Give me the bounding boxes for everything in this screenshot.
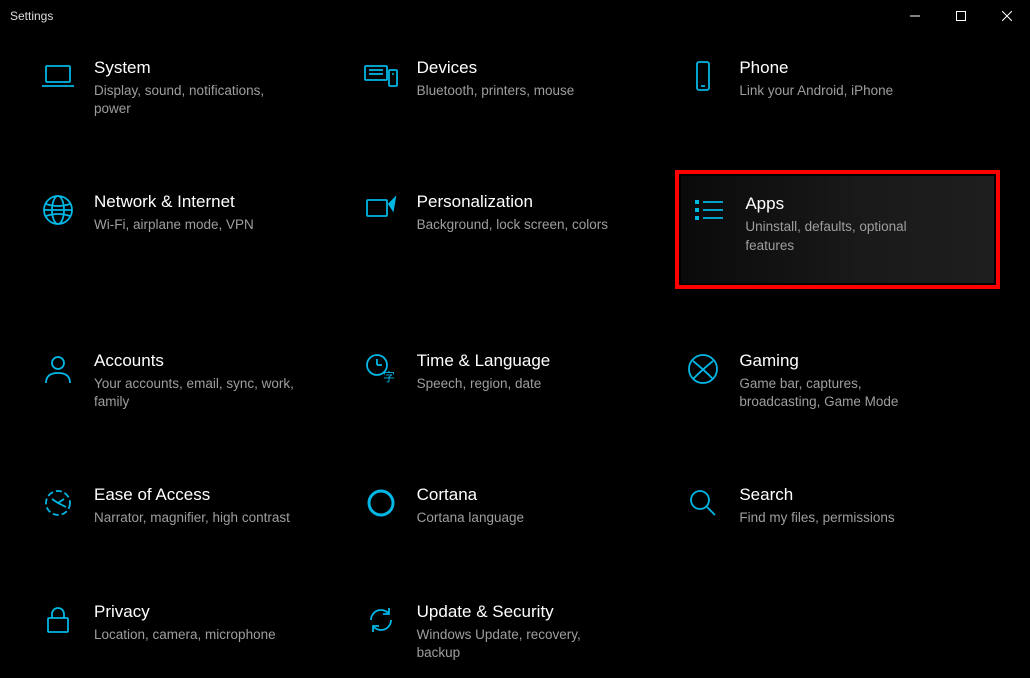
tile-title: Gaming xyxy=(739,351,990,371)
tile-gaming[interactable]: Gaming Game bar, captures, broadcasting, … xyxy=(681,345,994,417)
tile-time-language[interactable]: 字 Time & Language Speech, region, date xyxy=(359,345,672,417)
tile-text: Cortana Cortana language xyxy=(417,485,668,527)
tile-subtitle: Find my files, permissions xyxy=(739,509,939,527)
apps-icon xyxy=(691,194,727,230)
tile-title: Update & Security xyxy=(417,602,668,622)
tile-text: Apps Uninstall, defaults, optional featur… xyxy=(745,194,984,254)
search-icon xyxy=(685,485,721,521)
tile-devices[interactable]: Devices Bluetooth, printers, mouse xyxy=(359,52,672,124)
tile-text: Update & Security Windows Update, recover… xyxy=(417,602,668,662)
laptop-icon xyxy=(40,58,76,94)
tile-text: Ease of Access Narrator, magnifier, high … xyxy=(94,485,345,527)
svg-text:字: 字 xyxy=(383,369,395,384)
tile-title: Devices xyxy=(417,58,668,78)
tile-title: Privacy xyxy=(94,602,345,622)
tile-subtitle: Windows Update, recovery, backup xyxy=(417,626,617,662)
tile-search[interactable]: Search Find my files, permissions xyxy=(681,479,994,533)
tile-title: Personalization xyxy=(417,192,668,212)
tile-personalization[interactable]: Personalization Background, lock screen, … xyxy=(359,186,672,282)
tile-cortana[interactable]: Cortana Cortana language xyxy=(359,479,672,533)
tile-subtitle: Location, camera, microphone xyxy=(94,626,294,644)
tile-text: Privacy Location, camera, microphone xyxy=(94,602,345,644)
minimize-button[interactable] xyxy=(892,0,938,32)
tile-title: Time & Language xyxy=(417,351,668,371)
tile-text: Network & Internet Wi-Fi, airplane mode, … xyxy=(94,192,345,234)
tile-subtitle: Wi-Fi, airplane mode, VPN xyxy=(94,216,294,234)
tile-privacy[interactable]: Privacy Location, camera, microphone xyxy=(36,596,349,668)
settings-grid: System Display, sound, notifications, pow… xyxy=(36,52,994,668)
tile-subtitle: Display, sound, notifications, power xyxy=(94,82,294,118)
ease-icon xyxy=(40,485,76,521)
tile-ease-of-access[interactable]: Ease of Access Narrator, magnifier, high … xyxy=(36,479,349,533)
tile-accounts[interactable]: Accounts Your accounts, email, sync, work… xyxy=(36,345,349,417)
tile-title: Apps xyxy=(745,194,984,214)
tile-title: Ease of Access xyxy=(94,485,345,505)
tile-text: Search Find my files, permissions xyxy=(739,485,990,527)
brush-icon xyxy=(363,192,399,228)
minimize-icon xyxy=(910,11,920,21)
tile-title: Accounts xyxy=(94,351,345,371)
tile-apps[interactable]: Apps Uninstall, defaults, optional featur… xyxy=(681,176,994,282)
tile-phone[interactable]: Phone Link your Android, iPhone xyxy=(681,52,994,124)
lock-icon xyxy=(40,602,76,638)
tile-network-internet[interactable]: Network & Internet Wi-Fi, airplane mode, … xyxy=(36,186,349,282)
titlebar: Settings xyxy=(0,0,1030,32)
tile-subtitle: Narrator, magnifier, high contrast xyxy=(94,509,294,527)
tile-text: Phone Link your Android, iPhone xyxy=(739,58,990,100)
settings-content: System Display, sound, notifications, pow… xyxy=(0,32,1030,678)
tile-update-security[interactable]: Update & Security Windows Update, recover… xyxy=(359,596,672,668)
tile-subtitle: Speech, region, date xyxy=(417,375,617,393)
keyboard-icon xyxy=(363,58,399,94)
time-lang-icon: 字 xyxy=(363,351,399,387)
tile-text: Gaming Game bar, captures, broadcasting, … xyxy=(739,351,990,411)
close-icon xyxy=(1002,11,1012,21)
tile-subtitle: Bluetooth, printers, mouse xyxy=(417,82,617,100)
maximize-icon xyxy=(956,11,966,21)
tile-text: Time & Language Speech, region, date xyxy=(417,351,668,393)
tile-subtitle: Your accounts, email, sync, work, family xyxy=(94,375,294,411)
tile-system[interactable]: System Display, sound, notifications, pow… xyxy=(36,52,349,124)
update-icon xyxy=(363,602,399,638)
person-icon xyxy=(40,351,76,387)
tile-subtitle: Cortana language xyxy=(417,509,617,527)
tile-text: Accounts Your accounts, email, sync, work… xyxy=(94,351,345,411)
phone-icon xyxy=(685,58,721,94)
tile-subtitle: Game bar, captures, broadcasting, Game M… xyxy=(739,375,939,411)
tile-subtitle: Link your Android, iPhone xyxy=(739,82,939,100)
tile-text: Devices Bluetooth, printers, mouse xyxy=(417,58,668,100)
tile-title: Search xyxy=(739,485,990,505)
xbox-icon xyxy=(685,351,721,387)
maximize-button[interactable] xyxy=(938,0,984,32)
window-title: Settings xyxy=(10,9,53,23)
globe-icon xyxy=(40,192,76,228)
window-controls xyxy=(892,0,1030,32)
tile-subtitle: Uninstall, defaults, optional features xyxy=(745,218,945,254)
tile-subtitle: Background, lock screen, colors xyxy=(417,216,617,234)
tile-text: System Display, sound, notifications, pow… xyxy=(94,58,345,118)
tile-title: Cortana xyxy=(417,485,668,505)
tile-title: Network & Internet xyxy=(94,192,345,212)
tile-title: System xyxy=(94,58,345,78)
tile-text: Personalization Background, lock screen, … xyxy=(417,192,668,234)
close-button[interactable] xyxy=(984,0,1030,32)
tile-title: Phone xyxy=(739,58,990,78)
cortana-icon xyxy=(363,485,399,521)
